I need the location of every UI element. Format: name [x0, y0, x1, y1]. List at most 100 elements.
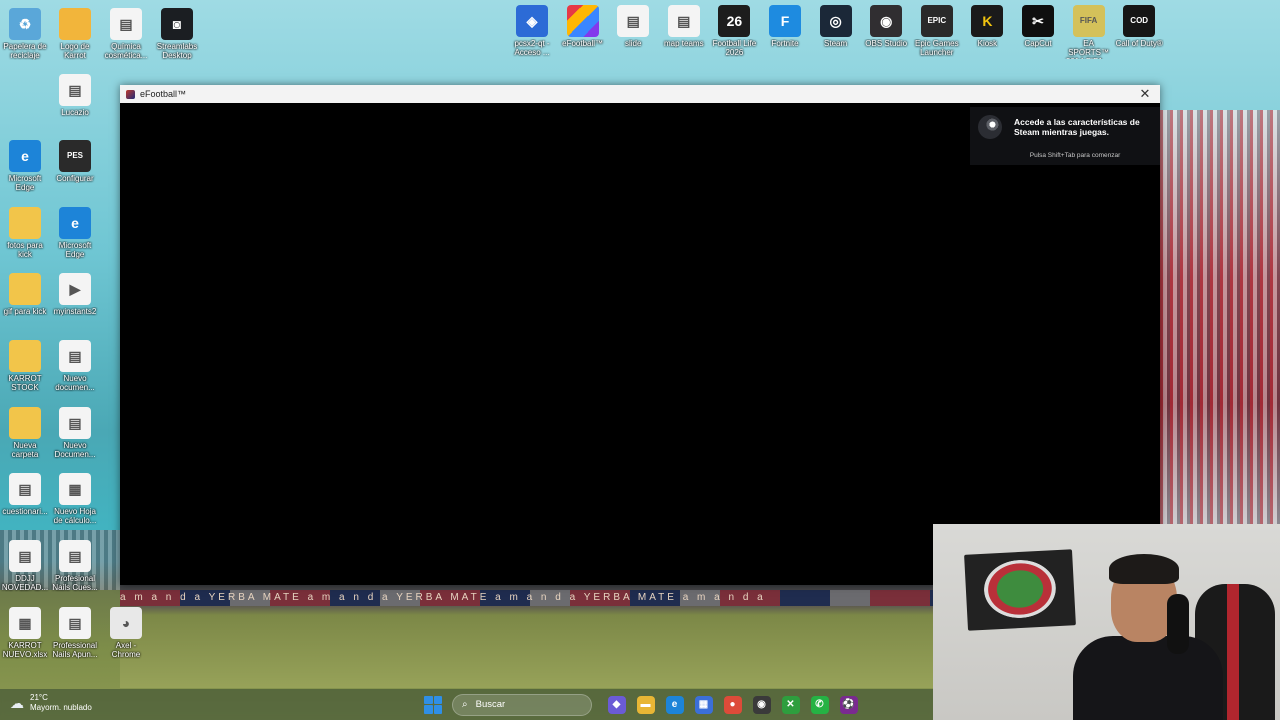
copilot-icon[interactable]: ◆: [607, 695, 626, 714]
desktop-icon[interactable]: ◉ OBS Studio: [861, 5, 911, 48]
desktop-icon[interactable]: ▤ Lucazio: [50, 74, 100, 117]
desktop-icon-label: DDJJ NOVEDAD...: [1, 574, 49, 592]
desktop-icon[interactable]: fotos para kick: [0, 207, 50, 259]
weather-widget[interactable]: ☁ 21°C Mayorm. nublado: [10, 693, 92, 713]
efootball-window[interactable]: eFootball™ ✕ Accede a las característica…: [120, 85, 1160, 585]
desktop-icon-label: myinstants2: [53, 307, 97, 316]
desktop-icon[interactable]: ◈ pcsx2-qt - Acceso ...: [507, 5, 557, 57]
desktop-icon[interactable]: gif para kick: [0, 273, 50, 316]
desktop-icon[interactable]: e Microsoft Edge: [0, 140, 50, 192]
desktop-icon[interactable]: Nueva carpeta: [0, 407, 50, 459]
desktop-icon[interactable]: ▤ Profesional Nails Cues...: [50, 540, 100, 592]
file-explorer-icon[interactable]: ▬: [636, 695, 655, 714]
search-icon: ⌕: [462, 699, 468, 710]
store-icon[interactable]: ▦: [694, 695, 713, 714]
desktop-icon[interactable]: ◎ Steam: [811, 5, 861, 48]
desktop-icon[interactable]: ▤ slide: [608, 5, 658, 48]
document-icon: ▤: [9, 540, 41, 572]
desktop-icon[interactable]: ▦ KARROT NUEVO.xlsx: [0, 607, 50, 659]
document-icon: ▤: [59, 540, 91, 572]
desktop-icon[interactable]: ▤ Professional Nails Apun...: [50, 607, 100, 659]
fifa-icon: FIFA: [1072, 5, 1105, 37]
folder-icon: [9, 407, 41, 439]
desktop-icon[interactable]: ✂ CapCut: [1013, 5, 1063, 48]
xbox-icon[interactable]: ✕: [781, 695, 800, 714]
window-title-bar[interactable]: eFootball™ ✕: [120, 85, 1160, 103]
edge-icon[interactable]: e: [665, 695, 684, 714]
spreadsheet-icon: ▦: [9, 607, 41, 639]
chrome-icon[interactable]: ●: [723, 695, 742, 714]
desktop-icon[interactable]: ▤ Nuevo documen...: [50, 340, 100, 392]
desktop-icon-label: Configurar: [56, 174, 94, 183]
desktop-icon-label: Steam: [824, 39, 848, 48]
desktop-icon[interactable]: ▤ Química cosmética...: [101, 8, 151, 60]
media-icon: ▶: [59, 273, 91, 305]
folder-icon: [59, 8, 91, 40]
desktop-icon-label: KARROT STOCK: [8, 374, 42, 392]
desktop-icon[interactable]: ▶ myinstants2: [50, 273, 100, 316]
desktop-icon[interactable]: ♻ Papelera de reciclaje: [0, 8, 50, 60]
desktop-icon[interactable]: ▤ map teams: [659, 5, 709, 48]
webcam-overlay: [933, 524, 1280, 720]
efootball-icon: [566, 5, 599, 37]
desktop-icon-label: CapCut: [1024, 39, 1052, 48]
pcsx2-icon: ◈: [516, 5, 548, 37]
desktop-icon[interactable]: ▤ cuestionari...: [0, 473, 50, 516]
steam-icon: [978, 115, 1002, 139]
steam-overlay-message: Accede a las características de Steam mi…: [1014, 117, 1140, 137]
desktop-icon[interactable]: eFootball™: [558, 5, 608, 48]
desktop-icon-label: Logo de Karrot: [60, 42, 90, 60]
desktop-icon-label: Epic Games Launcher: [915, 39, 959, 57]
steam-overlay-hint: Pulsa Shift+Tab para comenzar: [1029, 152, 1121, 159]
document-icon: ▤: [667, 5, 700, 37]
steam-overlay-notification[interactable]: Accede a las características de Steam mi…: [970, 107, 1160, 165]
desktop-icon-label: EA SPORTS™ 2014 FIFA ...: [1066, 39, 1111, 59]
desktop-icon[interactable]: ▦ Nuevo Hoja de cálculo...: [50, 473, 100, 525]
close-button[interactable]: ✕: [1130, 85, 1160, 103]
folder-icon: [9, 273, 41, 305]
desktop-icon-label: eFootball™: [562, 39, 604, 48]
desktop-icon-label: Profesional Nails Cues...: [52, 574, 98, 592]
desktop-icon-label: Microsoft Edge: [8, 174, 42, 192]
window-title: eFootball™: [140, 89, 187, 99]
desktop-icon[interactable]: COD Call of Duty®: [1114, 5, 1164, 48]
taskbar-search[interactable]: ⌕ Buscar: [452, 693, 592, 716]
desktop-icon-label: Fortnite: [771, 39, 799, 48]
desktop-icon[interactable]: K Kiosk: [962, 5, 1012, 48]
obs-icon: ◉: [870, 5, 903, 37]
desktop-icon[interactable]: ◙ Streamlabs Desktop: [152, 8, 202, 60]
advertising-board: a m a n d a YERBA MATE a m a n d a YERBA…: [120, 590, 935, 606]
desktop-icon[interactable]: F Fortnite: [760, 5, 810, 48]
call-of-duty-icon: COD: [1123, 5, 1156, 37]
desktop-icon[interactable]: ▤ DDJJ NOVEDAD...: [0, 540, 50, 592]
desktop-icon[interactable]: PES Configurar: [50, 140, 100, 183]
desktop-icon[interactable]: ▤ Nuevo Documen...: [50, 407, 100, 459]
desktop-icon[interactable]: e Microsoft Edge: [50, 207, 100, 259]
desktop-icon[interactable]: KARROT STOCK: [0, 340, 50, 392]
whatsapp-icon[interactable]: ✆: [810, 695, 829, 714]
desktop-icon-label: slide: [624, 39, 642, 48]
desktop-icon-label: cuestionari...: [2, 507, 48, 516]
game-viewport[interactable]: Accede a las características de Steam mi…: [120, 103, 1160, 585]
desktop-icon[interactable]: Logo de Karrot: [50, 8, 100, 60]
kiosk-icon: K: [971, 5, 1004, 37]
weather-temperature: 21°C: [30, 693, 48, 702]
obs-icon[interactable]: ◉: [752, 695, 771, 714]
efootball-icon[interactable]: ⚽: [839, 695, 858, 714]
start-button[interactable]: [424, 695, 442, 714]
spreadsheet-icon: ▦: [59, 473, 91, 505]
desktop-icon-label: fotos para kick: [7, 241, 43, 259]
desktop-icon-label: OBS Studio: [865, 39, 908, 48]
desktop-icon-label: Streamlabs Desktop: [156, 42, 198, 60]
desktop-icon[interactable]: 26 Football Life 2026: [709, 5, 759, 57]
chrome-icon: ◕: [110, 607, 142, 639]
document-icon: ▤: [9, 473, 41, 505]
desktop-icon[interactable]: ◕ Axel - Chrome: [101, 607, 151, 659]
capcut-icon: ✂: [1022, 5, 1054, 37]
document-icon: ▤: [617, 5, 650, 37]
desktop-icon[interactable]: FIFAEA SPORTS™ 2014 FIFA ...: [1064, 5, 1114, 59]
desktop-icon-label: pcsx2-qt - Acceso ...: [514, 39, 550, 57]
desktop-icon[interactable]: EPIC Epic Games Launcher: [912, 5, 962, 57]
recycle-bin-icon: ♻: [9, 8, 41, 40]
desktop-icon-label: Axel - Chrome: [111, 641, 141, 659]
